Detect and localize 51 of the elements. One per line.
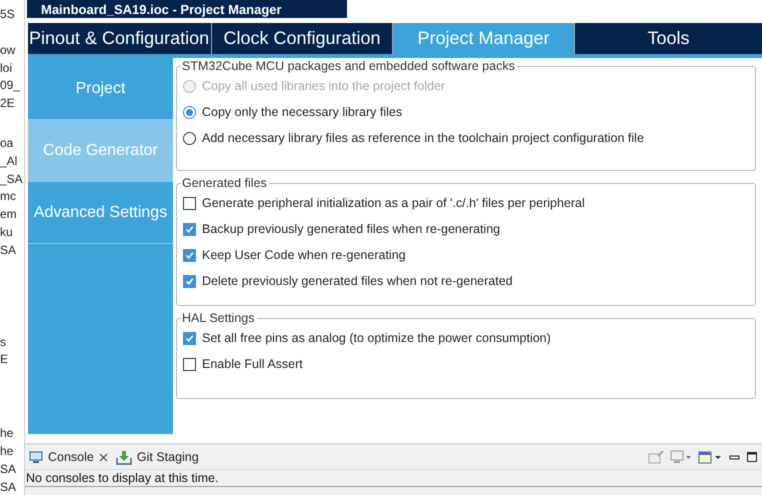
checkbox[interactable]: [183, 332, 196, 344]
view-tab[interactable]: Console: [25, 446, 112, 468]
file-tree-text: E: [0, 351, 10, 368]
group-title: STM32Cube MCU packages and embedded software packs: [181, 59, 516, 73]
file-tree-text: loi: [0, 60, 14, 77]
file-tree-text: _Al: [0, 152, 18, 170]
file-tree-text: 5S: [0, 6, 16, 23]
monitor-icon[interactable]: [670, 450, 692, 464]
option-label: Generate peripheral initialization as a pair of '.c/.h' files per peripheral: [202, 196, 585, 210]
option-label: Copy only the necessary library files: [202, 105, 402, 119]
file-tree-text: 09_: [0, 77, 22, 94]
console-message: No consoles to display at this time.: [25, 469, 762, 487]
option-label: Backup previously generated files when re-generating: [202, 222, 500, 236]
file-tree-text: SA: [0, 460, 18, 478]
file-tree-text: he: [0, 442, 14, 460]
file-tree-text: oa: [0, 134, 14, 152]
file-tree-text: ow: [0, 42, 16, 59]
checkbox[interactable]: [183, 274, 196, 288]
file-tree-text: he: [0, 425, 14, 442]
maximize-icon[interactable]: [746, 451, 758, 463]
radio-button[interactable]: [183, 132, 196, 144]
file-tree-text: mc: [0, 188, 17, 206]
new-window-icon[interactable]: [698, 450, 722, 464]
file-tree-text: em: [0, 206, 18, 224]
tab[interactable]: Tools: [575, 23, 762, 54]
close-icon[interactable]: [98, 452, 108, 462]
file-tree-text: 2E: [0, 95, 16, 112]
file-tree-text: SA: [0, 242, 18, 259]
file-tree-text: SA: [0, 478, 18, 495]
option-label: Add necessary library files as reference in the toolchain project configuration file: [202, 131, 644, 145]
monitor-icon: [29, 450, 43, 464]
checkbox[interactable]: [183, 222, 196, 236]
tab[interactable]: Pinout & Configuration: [28, 23, 212, 54]
option-label: Enable Full Assert: [202, 357, 303, 371]
group-title: Generated files: [181, 176, 268, 190]
download-tray-icon: [116, 450, 132, 464]
pin-icon[interactable]: [648, 450, 664, 464]
group-title: HAL Settings: [181, 311, 256, 325]
radio-button[interactable]: [183, 106, 196, 118]
option-label: Set all free pins as analog (to optimize the power consumption): [202, 331, 551, 345]
file-tree-text: ku: [0, 224, 14, 241]
view-tab[interactable]: Git Staging: [112, 446, 203, 468]
option-label: Copy all used libraries into the project folder: [202, 79, 446, 93]
window-title: Mainboard_SA19.ioc - Project Manager: [40, 2, 282, 16]
checkbox[interactable]: [183, 358, 196, 370]
option-label: Keep User Code when re-generating: [202, 248, 406, 262]
option-label: Delete previously generated files when not re-generated: [202, 274, 513, 288]
file-tree-text: s: [0, 334, 7, 351]
checkbox[interactable]: [183, 196, 196, 210]
checkbox[interactable]: [183, 248, 196, 262]
file-tree-text: _SA: [0, 170, 24, 188]
